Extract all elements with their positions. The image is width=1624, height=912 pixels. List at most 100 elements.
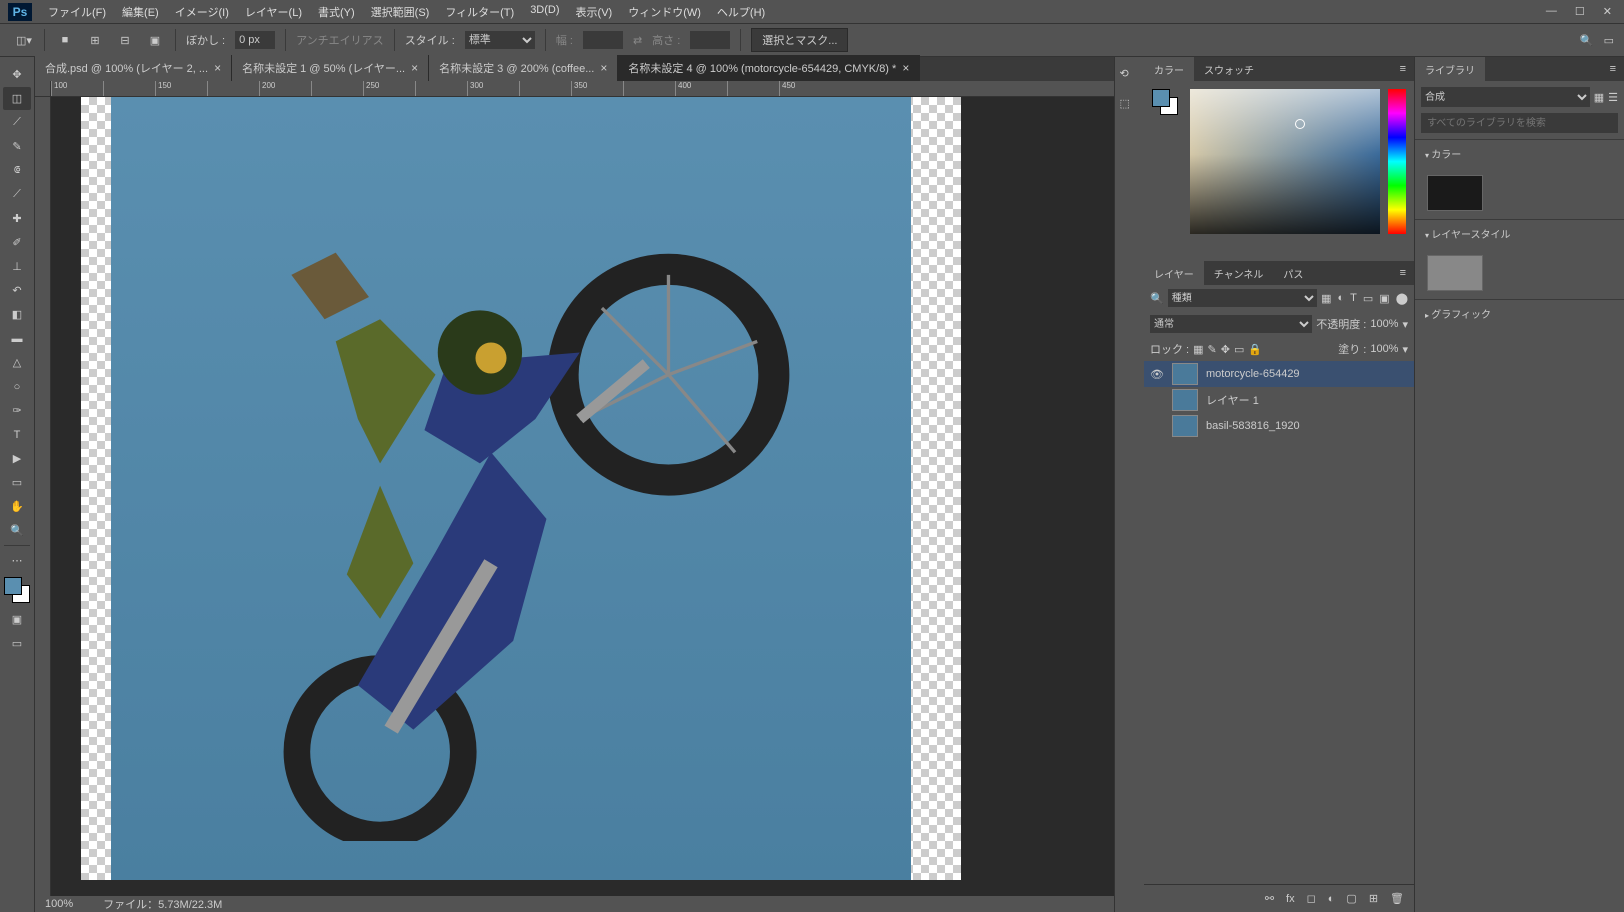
healing-tool[interactable]: ✚	[3, 207, 31, 230]
zoom-level[interactable]: 100%	[45, 898, 73, 910]
lock-all-icon[interactable]: 🔒	[1248, 343, 1262, 356]
pen-tool[interactable]: ✑	[3, 399, 31, 422]
filter-type-icon[interactable]: T	[1350, 292, 1357, 305]
history-brush-tool[interactable]: ↶	[3, 279, 31, 302]
quick-mask-icon[interactable]: ▣	[3, 608, 31, 631]
menu-フィルター[interactable]: フィルター(T)	[437, 0, 522, 24]
feather-input[interactable]	[235, 31, 275, 49]
tab-library[interactable]: ライブラリ	[1415, 57, 1485, 82]
menu-3d[interactable]: 3D(D)	[522, 0, 567, 24]
library-color-swatch[interactable]	[1427, 175, 1483, 211]
history-panel-icon[interactable]: ⟲	[1120, 67, 1140, 87]
select-and-mask-button[interactable]: 選択とマスク...	[751, 28, 848, 52]
color-swatch[interactable]	[4, 577, 30, 603]
minimize-icon[interactable]: —	[1546, 5, 1557, 18]
lock-artboard-icon[interactable]: ▭	[1234, 343, 1244, 356]
type-tool[interactable]: T	[3, 423, 31, 446]
shape-tool[interactable]: ▭	[3, 471, 31, 494]
menu-ウィンドウ[interactable]: ウィンドウ(W)	[620, 0, 709, 24]
menu-イメージ[interactable]: イメージ(I)	[167, 0, 237, 24]
fill-value[interactable]: 100%	[1370, 343, 1398, 355]
panel-menu-icon[interactable]: ≡	[1392, 267, 1414, 279]
lasso-tool[interactable]: ⟋	[3, 111, 31, 134]
layer-fx-icon[interactable]: fx	[1286, 893, 1295, 905]
selection-new-icon[interactable]: ■	[55, 30, 75, 50]
tab-close-icon[interactable]: ×	[411, 61, 418, 75]
marquee-tool-icon[interactable]: ◫▾	[14, 30, 34, 50]
lock-paint-icon[interactable]: ✎	[1208, 343, 1217, 356]
stamp-tool[interactable]: ⊥	[3, 255, 31, 278]
adjustment-layer-icon[interactable]: ◐	[1328, 893, 1335, 905]
document-tab[interactable]: 名称未設定 3 @ 200% (coffee...×	[429, 55, 618, 81]
marquee-tool[interactable]: ◫	[3, 87, 31, 110]
doc-size[interactable]: ファイル：5.73M/22.3M	[103, 896, 222, 912]
canvas[interactable]: 100150200250300350400450	[35, 81, 1114, 896]
menu-編集[interactable]: 編集(E)	[114, 0, 167, 24]
hand-tool[interactable]: ✋	[3, 495, 31, 518]
edit-toolbar[interactable]: ⋯	[3, 549, 31, 572]
document-tab[interactable]: 合成.psd @ 100% (レイヤー 2, ...×	[35, 55, 232, 81]
dodge-tool[interactable]: ○	[3, 375, 31, 398]
blend-mode-select[interactable]: 通常	[1150, 315, 1312, 333]
layer-row[interactable]: レイヤー 1	[1144, 387, 1414, 413]
layer-row[interactable]: 👁motorcycle-654429	[1144, 361, 1414, 387]
link-layers-icon[interactable]: ⚯	[1265, 892, 1274, 905]
eyedropper-tool[interactable]: ⟋	[3, 183, 31, 206]
lock-pixels-icon[interactable]: ▦	[1193, 343, 1203, 356]
brush-tool[interactable]: ✐	[3, 231, 31, 254]
foreground-color[interactable]	[4, 577, 22, 595]
eraser-tool[interactable]: ◧	[3, 303, 31, 326]
zoom-tool[interactable]: 🔍	[3, 519, 31, 542]
menu-レイヤー[interactable]: レイヤー(L)	[237, 0, 310, 24]
filter-smart-icon[interactable]: ▣	[1379, 292, 1389, 305]
tab-close-icon[interactable]: ×	[902, 61, 909, 75]
menu-ファイル[interactable]: ファイル(F)	[40, 0, 114, 24]
layer-thumbnail[interactable]	[1172, 415, 1198, 437]
layer-filter-select[interactable]: 種類	[1168, 289, 1317, 307]
layer-row[interactable]: basil-583816_1920	[1144, 413, 1414, 439]
selection-intersect-icon[interactable]: ▣	[145, 30, 165, 50]
selection-subtract-icon[interactable]: ⊟	[115, 30, 135, 50]
hue-slider[interactable]	[1388, 89, 1406, 234]
tab-color[interactable]: カラー	[1144, 57, 1194, 82]
menu-書式[interactable]: 書式(Y)	[310, 0, 363, 24]
tab-paths[interactable]: パス	[1273, 261, 1313, 286]
color-field[interactable]	[1190, 89, 1380, 234]
layer-mask-icon[interactable]: ◻	[1307, 892, 1316, 905]
document-tab[interactable]: 名称未設定 1 @ 50% (レイヤー...×	[232, 55, 429, 81]
menu-表示[interactable]: 表示(V)	[568, 0, 621, 24]
layer-thumbnail[interactable]	[1172, 389, 1198, 411]
selection-add-icon[interactable]: ⊞	[85, 30, 105, 50]
quick-select-tool[interactable]: ✎	[3, 135, 31, 158]
layer-group-icon[interactable]: ▢	[1346, 892, 1356, 905]
search-icon[interactable]: 🔍	[1580, 34, 1594, 47]
blur-tool[interactable]: △	[3, 351, 31, 374]
filter-adjust-icon[interactable]: ◐	[1337, 292, 1344, 305]
delete-layer-icon[interactable]: 🗑	[1390, 892, 1404, 905]
filter-toggle-icon[interactable]: ⬤	[1396, 292, 1408, 305]
document-tab[interactable]: 名称未設定 4 @ 100% (motorcycle-654429, CMYK/…	[618, 55, 920, 81]
tab-close-icon[interactable]: ×	[214, 61, 221, 75]
move-tool[interactable]: ✥	[3, 63, 31, 86]
library-select[interactable]: 合成	[1421, 87, 1590, 107]
tab-layers[interactable]: レイヤー	[1144, 261, 1204, 286]
maximize-icon[interactable]: ☐	[1575, 5, 1585, 18]
panel-menu-icon[interactable]: ≡	[1602, 63, 1624, 75]
width-input[interactable]	[583, 31, 623, 49]
menu-選択範囲[interactable]: 選択範囲(S)	[363, 0, 438, 24]
section-layerstyle[interactable]: レイヤースタイル	[1415, 219, 1624, 247]
path-select-tool[interactable]: ▶	[3, 447, 31, 470]
library-style-swatch[interactable]	[1427, 255, 1483, 291]
gradient-tool[interactable]: ▬	[3, 327, 31, 350]
visibility-icon[interactable]: 👁	[1150, 368, 1164, 381]
tab-swatches[interactable]: スウォッチ	[1194, 57, 1264, 82]
properties-panel-icon[interactable]: ⬚	[1120, 97, 1140, 117]
grid-view-icon[interactable]: ▦	[1594, 91, 1604, 104]
height-input[interactable]	[690, 31, 730, 49]
section-color[interactable]: カラー	[1415, 139, 1624, 167]
close-icon[interactable]: ✕	[1603, 5, 1612, 18]
tab-close-icon[interactable]: ×	[600, 61, 607, 75]
style-select[interactable]: 標準	[465, 31, 535, 49]
layer-thumbnail[interactable]	[1172, 363, 1198, 385]
panel-fg-color[interactable]	[1152, 89, 1170, 107]
